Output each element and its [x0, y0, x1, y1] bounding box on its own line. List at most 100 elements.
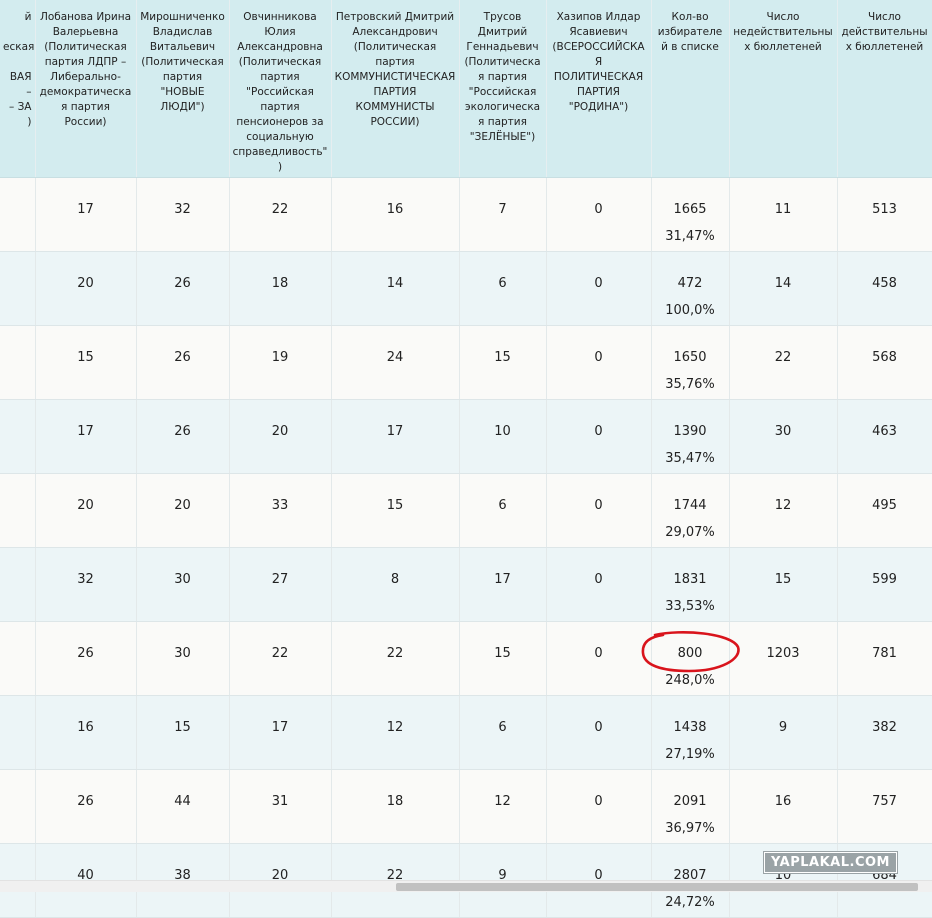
cell-invalid: 9 [729, 695, 838, 770]
turnout-percent: 35,76% [665, 377, 715, 392]
cell-trusov: 12 [459, 769, 547, 844]
cell-value: 30 [174, 572, 191, 587]
cell-value: 599 [872, 572, 897, 587]
cell-value: 6 [498, 720, 507, 735]
cell-voters: 1390 35,47% [651, 399, 730, 474]
cell-value: 17 [77, 202, 94, 217]
partial-cell [0, 621, 36, 696]
scrollbar-thumb[interactable] [396, 883, 918, 891]
cell-value: 11 [774, 202, 792, 217]
watermark-logo: YAPLAKAL.COM [764, 852, 897, 873]
cell-invalid: 14 [729, 251, 838, 326]
cell-petrovsky: 12 [331, 695, 460, 770]
cell-value: 30 [174, 646, 191, 661]
cell-miroshnichenko: 26 [136, 399, 230, 474]
cell-value: 26 [77, 794, 94, 809]
partial-cell [0, 769, 36, 844]
turnout-percent: 29,07% [665, 525, 715, 540]
cell-value: 7 [498, 202, 507, 217]
cell-value: 20 [174, 498, 191, 513]
cell-value: 0 [594, 646, 603, 661]
partial-cell [0, 695, 36, 770]
table-row: 26 44 31 18 12 0 2091 36,97% 16 757 [0, 769, 932, 844]
cell-voters: 1831 33,53% [651, 547, 730, 622]
cell-invalid: 15 [729, 547, 838, 622]
cell-valid: 513 [837, 177, 932, 252]
header-trusov: Трусов Дмитрий Геннадьевич (Политическая… [459, 0, 547, 178]
header-lobanova: Лобанова Ирина Валерьевна (Политическая … [35, 0, 137, 178]
cell-value: 6 [498, 498, 507, 513]
cell-lobanova: 32 [35, 547, 137, 622]
results-table: й еская ВАЯ – – ЗА ) Лобанова Ирина Вале… [0, 0, 932, 918]
cell-value: 0 [594, 424, 603, 439]
cell-value: 568 [872, 350, 897, 365]
partial-cell [0, 251, 36, 326]
cell-value: 20 [271, 424, 289, 439]
cell-trusov: 17 [459, 547, 547, 622]
cell-value: 0 [594, 720, 603, 735]
cell-value: 513 [872, 202, 897, 217]
cell-value: 9 [778, 720, 788, 735]
cell-petrovsky: 14 [331, 251, 460, 326]
cell-miroshnichenko: 32 [136, 177, 230, 252]
cell-value: 0 [594, 350, 603, 365]
turnout-percent: 33,53% [665, 599, 715, 614]
cell-lobanova: 17 [35, 399, 137, 474]
cell-value: 16 [386, 202, 404, 217]
cell-petrovsky: 8 [331, 547, 460, 622]
cell-khazipov: 0 [546, 621, 652, 696]
table-row: 15 26 19 24 15 0 1650 35,76% 22 568 [0, 325, 932, 400]
table-row: 20 26 18 14 6 0 472 100,0% 14 458 [0, 251, 932, 326]
cell-ovchinnikova: 17 [229, 695, 332, 770]
cell-value: 15 [386, 498, 404, 513]
cell-value: 463 [872, 424, 897, 439]
turnout-percent: 27,19% [665, 747, 715, 762]
partial-candidate-header: й еская ВАЯ – – ЗА ) [0, 0, 36, 178]
cell-value: 472 [677, 276, 703, 291]
partial-cell [0, 399, 36, 474]
cell-valid: 495 [837, 473, 932, 548]
header-ovchinnikova: Овчинникова Юлия Александровна (Политиче… [229, 0, 332, 178]
cell-value: 1438 [673, 720, 707, 735]
cell-value: 12 [386, 720, 404, 735]
cell-lobanova: 17 [35, 177, 137, 252]
cell-petrovsky: 15 [331, 473, 460, 548]
turnout-percent: 100,0% [665, 303, 715, 318]
cell-miroshnichenko: 20 [136, 473, 230, 548]
cell-value: 20 [77, 498, 94, 513]
cell-value: 14 [386, 276, 404, 291]
cell-trusov: 6 [459, 695, 547, 770]
cell-value: 26 [174, 276, 191, 291]
cell-value: 22 [271, 646, 289, 661]
cell-voters: 1650 35,76% [651, 325, 730, 400]
cell-trusov: 6 [459, 473, 547, 548]
cell-value: 12 [494, 794, 511, 809]
cell-value: 1390 [673, 424, 707, 439]
cell-value: 31 [271, 794, 289, 809]
table-row: 20 20 33 15 6 0 1744 29,07% 12 495 [0, 473, 932, 548]
cell-value: 0 [594, 202, 603, 217]
table-row: 32 30 27 8 17 0 1831 33,53% 15 599 [0, 547, 932, 622]
cell-value: 781 [872, 646, 897, 661]
turnout-percent: 35,47% [665, 451, 715, 466]
cell-petrovsky: 22 [331, 621, 460, 696]
cell-value: 757 [872, 794, 897, 809]
cell-lobanova: 16 [35, 695, 137, 770]
cell-value: 19 [271, 350, 289, 365]
cell-value: 17 [77, 424, 94, 439]
horizontal-scrollbar[interactable] [0, 880, 932, 892]
cell-value: 26 [77, 646, 94, 661]
turnout-percent: 248,0% [665, 673, 715, 688]
partial-cell [0, 177, 36, 252]
cell-trusov: 10 [459, 399, 547, 474]
cell-value: 17 [494, 572, 511, 587]
cell-khazipov: 0 [546, 325, 652, 400]
cell-voters: 1744 29,07% [651, 473, 730, 548]
cell-invalid: 11 [729, 177, 838, 252]
cell-value: 24 [386, 350, 404, 365]
cell-khazipov: 0 [546, 547, 652, 622]
cell-petrovsky: 17 [331, 399, 460, 474]
cell-ovchinnikova: 31 [229, 769, 332, 844]
header-petrovsky: Петровский Дмитрий Александрович (Полити… [331, 0, 460, 178]
cell-value: 22 [386, 646, 404, 661]
